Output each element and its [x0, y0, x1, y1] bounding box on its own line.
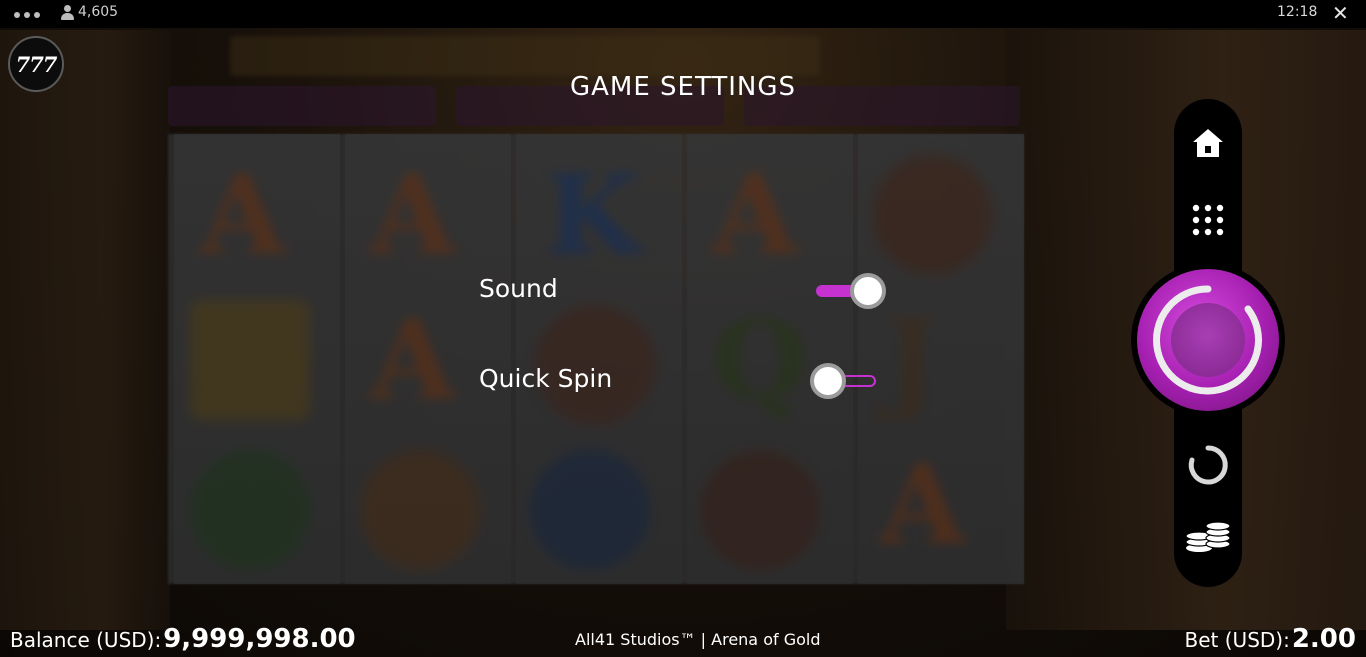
autoplay-icon — [1188, 445, 1228, 485]
home-button[interactable] — [1180, 118, 1236, 168]
player-count-value: 4,605 — [78, 4, 119, 20]
toggle-knob[interactable] — [850, 273, 886, 309]
toggle-knob[interactable] — [810, 363, 846, 399]
quick-spin-label: Quick Spin — [479, 364, 613, 393]
close-icon[interactable]: ✕ — [1332, 3, 1349, 23]
balance-label: Balance (USD): — [10, 628, 162, 652]
autoplay-button[interactable] — [1180, 440, 1236, 490]
balance-value: 9,999,998.00 — [163, 624, 356, 654]
bottom-bar: Balance (USD):9,999,998.00 All41 Studios… — [0, 620, 1366, 657]
home-icon — [1193, 129, 1223, 157]
bet-display: Bet (USD):2.00 — [1185, 624, 1356, 654]
quick-spin-toggle[interactable] — [810, 363, 882, 399]
more-dots-icon[interactable] — [14, 12, 40, 18]
spin-button[interactable] — [1137, 269, 1279, 411]
player-count: 4,605 — [60, 4, 118, 20]
person-icon — [60, 4, 74, 20]
bet-button[interactable] — [1180, 512, 1236, 562]
spin-arrow-icon — [1153, 285, 1262, 395]
top-bar: 4,605 12:18 ✕ — [0, 0, 1366, 28]
menu-grid-button[interactable] — [1180, 195, 1236, 245]
settings-title: GAME SETTINGS — [569, 72, 797, 102]
bet-label: Bet (USD): — [1184, 628, 1290, 652]
sound-toggle[interactable] — [808, 273, 886, 309]
grid-menu-icon — [1192, 204, 1224, 236]
sound-label: Sound — [479, 274, 558, 303]
bet-coins-icon — [1185, 521, 1231, 552]
balance-display: Balance (USD):9,999,998.00 — [10, 624, 356, 654]
studio-game-name: All41 Studios™ | Arena of Gold — [575, 630, 821, 649]
clock: 12:18 — [1277, 4, 1318, 20]
bet-value: 2.00 — [1291, 624, 1356, 654]
